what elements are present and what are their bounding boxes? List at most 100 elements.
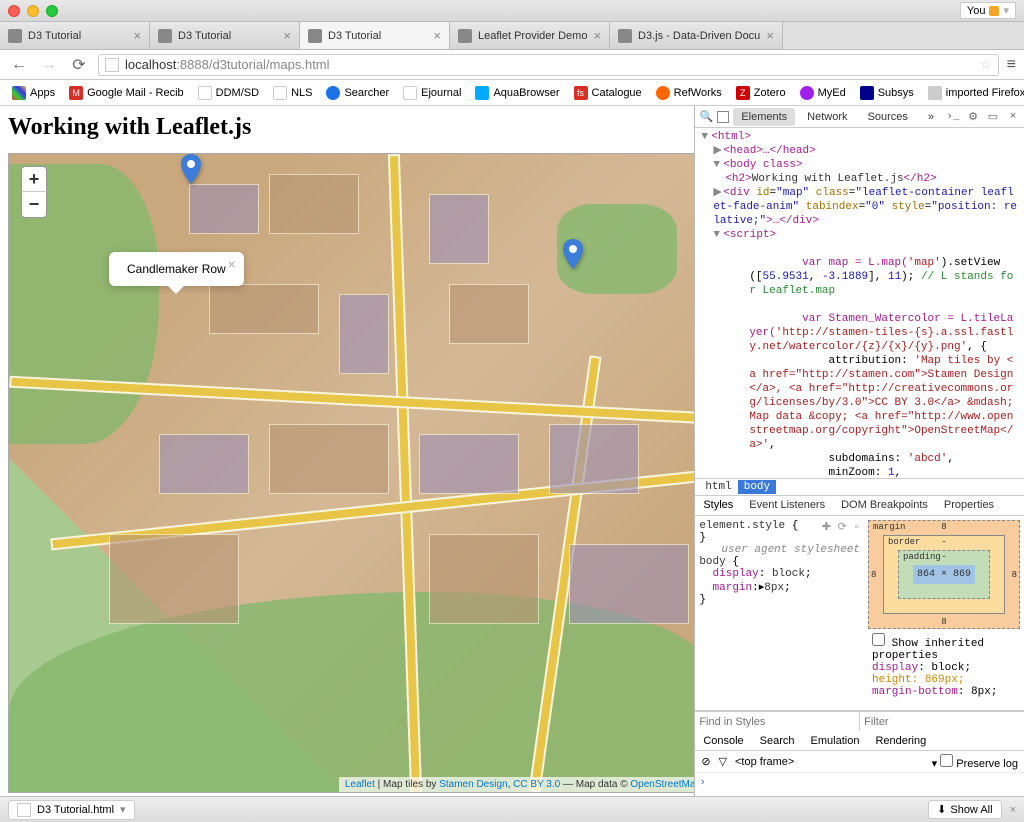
bookmark-ejournal[interactable]: Ejournal: [399, 84, 465, 102]
dock-icon[interactable]: ▭: [986, 110, 1000, 124]
download-filename: D3 Tutorial.html: [37, 804, 114, 816]
bookmark-label: AquaBrowser: [493, 87, 559, 99]
tab-d3-tutorial-2[interactable]: D3 Tutorial ×: [150, 22, 300, 49]
filter-input[interactable]: [860, 712, 1024, 731]
tab-d3-tutorial-1[interactable]: D3 Tutorial×: [0, 22, 150, 49]
tab-d3js[interactable]: D3.js - Data-Driven Docu ×: [610, 22, 783, 49]
stamen-link[interactable]: Stamen Design: [439, 779, 507, 790]
tab-properties[interactable]: Properties: [936, 496, 1002, 515]
close-icon[interactable]: ×: [1006, 110, 1020, 124]
zoom-controls: + −: [21, 166, 47, 218]
show-inherited-checkbox[interactable]: Show inherited properties: [872, 638, 984, 662]
reload-button[interactable]: ⟳: [68, 54, 90, 76]
cc-link[interactable]: CC BY 3.0: [513, 779, 560, 790]
panel-network[interactable]: Network: [799, 108, 855, 126]
menu-button[interactable]: ≡: [1007, 56, 1016, 74]
forward-button[interactable]: →: [38, 54, 60, 76]
panel-elements[interactable]: Elements: [733, 108, 795, 126]
panel-more[interactable]: »: [920, 108, 942, 126]
search-icon[interactable]: 🔍: [699, 110, 713, 124]
tab-leaflet-provider[interactable]: Leaflet Provider Demo ×: [450, 22, 610, 49]
console-toggle-icon[interactable]: ›_: [946, 110, 960, 124]
tab-event-listeners[interactable]: Event Listeners: [741, 496, 833, 515]
bookmark-refworks[interactable]: RefWorks: [652, 84, 726, 102]
close-icon[interactable]: ×: [593, 28, 601, 43]
settings-icon[interactable]: ⚙: [966, 110, 980, 124]
tab-styles[interactable]: Styles: [695, 496, 741, 515]
tab-console[interactable]: Console: [695, 732, 751, 750]
aquabrowser-icon: [475, 86, 489, 100]
close-icon[interactable]: ×: [766, 28, 774, 43]
clear-console-icon[interactable]: ⊘: [701, 755, 710, 768]
tab-d3-tutorial-3[interactable]: D3 Tutorial ×: [300, 22, 450, 49]
box-model[interactable]: margin 8 8 8 8 border - padding - 864 × …: [864, 516, 1024, 710]
address-bar[interactable]: localhost:8888/d3tutorial/maps.html ☆: [98, 54, 999, 76]
page-icon: [308, 29, 322, 43]
bookmark-imported-firefox[interactable]: imported Firefox: [924, 84, 1024, 102]
profile-badge[interactable]: You ▾: [960, 2, 1016, 19]
chevron-down-icon[interactable]: ▾: [120, 803, 126, 816]
bookmark-apps[interactable]: Apps: [8, 84, 59, 102]
close-window-button[interactable]: [8, 5, 20, 17]
page-icon: [158, 29, 172, 43]
back-button[interactable]: ←: [8, 54, 30, 76]
bookmark-myed[interactable]: MyEd: [796, 84, 850, 102]
crumb-body[interactable]: body: [738, 480, 776, 494]
page-icon: [8, 29, 22, 43]
filter-icon[interactable]: ▽: [719, 755, 727, 768]
zoom-out-button[interactable]: −: [21, 192, 47, 218]
maximize-window-button[interactable]: [46, 5, 58, 17]
styles-rules[interactable]: element.style {✚ ⟳ ▫ } user agent styles…: [695, 516, 864, 710]
bookmark-zotero[interactable]: ZZotero: [732, 84, 790, 102]
search-icon: [326, 86, 340, 100]
close-icon[interactable]: ×: [433, 28, 441, 43]
tab-rendering[interactable]: Rendering: [867, 732, 934, 750]
console-body[interactable]: ›: [695, 773, 1024, 796]
tab-title: D3 Tutorial: [328, 30, 381, 42]
bookmark-catalogue[interactable]: fsCatalogue: [570, 84, 646, 102]
bookmark-star-icon[interactable]: ☆: [980, 57, 992, 73]
zoom-in-button[interactable]: +: [21, 166, 47, 192]
popup-close-button[interactable]: ×: [228, 256, 236, 272]
tab-dom-breakpoints[interactable]: DOM Breakpoints: [833, 496, 936, 515]
page-content: Working with Leaflet.js: [0, 106, 694, 796]
download-item[interactable]: D3 Tutorial.html ▾: [8, 800, 135, 820]
bookmark-label: Ejournal: [421, 87, 461, 99]
bookmark-gmail[interactable]: MGoogle Mail - Recib: [65, 84, 188, 102]
tab-emulation[interactable]: Emulation: [803, 732, 868, 750]
close-bar-button[interactable]: ×: [1010, 804, 1016, 816]
close-icon[interactable]: ×: [133, 28, 141, 43]
leaflet-link[interactable]: Leaflet: [345, 779, 375, 790]
minimize-window-button[interactable]: [27, 5, 39, 17]
close-icon[interactable]: ×: [283, 28, 291, 43]
bookmark-label: DDM/SD: [216, 87, 259, 99]
bookmark-subsys[interactable]: Subsys: [856, 84, 918, 102]
page-heading: Working with Leaflet.js: [8, 114, 686, 141]
tab-search[interactable]: Search: [752, 732, 803, 750]
frame-selector[interactable]: <top frame>: [735, 756, 794, 768]
show-all-button[interactable]: ⬇ Show All: [928, 800, 1001, 819]
crumb-html[interactable]: html: [699, 480, 737, 494]
map-marker[interactable]: [181, 154, 201, 184]
inspect-icon[interactable]: [717, 111, 729, 123]
bookmark-aquabrowser[interactable]: AquaBrowser: [471, 84, 563, 102]
tab-title: D3 Tutorial: [178, 30, 231, 42]
bookmark-searcher[interactable]: Searcher: [322, 84, 393, 102]
tab-title: D3.js - Data-Driven Docu: [638, 30, 760, 42]
tab-title: Leaflet Provider Demo: [478, 30, 587, 42]
panel-sources[interactable]: Sources: [860, 108, 916, 126]
preserve-log-checkbox[interactable]: Preserve log: [940, 758, 1018, 770]
leaflet-map[interactable]: + − × Candlemaker Row Leaflet | Map tile…: [8, 153, 694, 793]
refworks-icon: [656, 86, 670, 100]
bookmark-ddmsd[interactable]: DDM/SD: [194, 84, 263, 102]
profile-icon: [989, 6, 999, 16]
osm-link[interactable]: OpenStreetMap: [630, 779, 694, 790]
bookmark-label: Subsys: [878, 87, 914, 99]
console-prompt: ›: [699, 777, 706, 789]
find-in-styles-input[interactable]: [695, 712, 860, 731]
profile-label: You: [967, 5, 986, 17]
elements-tree[interactable]: ▼<html> ▶<head>…</head> ▼<body class> <h…: [695, 128, 1024, 478]
map-marker[interactable]: [563, 239, 583, 269]
bookmark-nls[interactable]: NLS: [269, 84, 316, 102]
styles-filter-row: [695, 711, 1024, 731]
